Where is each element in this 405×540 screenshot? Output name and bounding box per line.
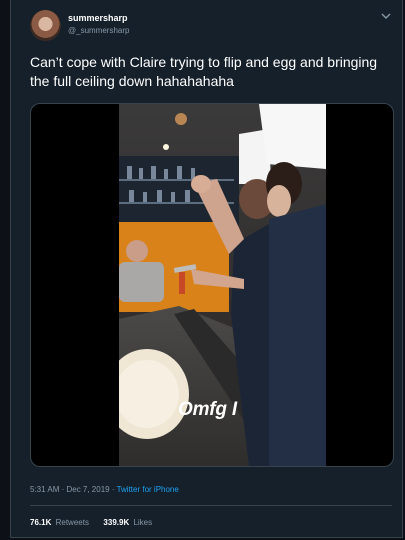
- source-link[interactable]: Twitter for iPhone: [117, 485, 179, 494]
- tweet-meta: 5:31 AM · Dec 7, 2019 · Twitter for iPho…: [30, 485, 179, 494]
- likes-count: 339.9K: [103, 518, 130, 527]
- likes-stat[interactable]: 339.9K Likes: [103, 518, 152, 527]
- retweets-stat[interactable]: 76.1K Retweets: [30, 518, 89, 527]
- tweet-card: summersharp @_summersharp Can’t cope wit…: [10, 0, 403, 538]
- engagement-stats: 76.1K Retweets 339.9K Likes: [30, 518, 152, 527]
- user-handle[interactable]: @_summersharp: [68, 26, 129, 35]
- tweet-text: Can’t cope with Claire trying to flip an…: [30, 54, 378, 89]
- avatar[interactable]: [30, 10, 61, 41]
- video-player[interactable]: Omfg I: [30, 103, 394, 467]
- retweets-count: 76.1K: [30, 518, 52, 527]
- likes-label: Likes: [133, 518, 153, 527]
- chevron-down-icon[interactable]: [381, 12, 391, 20]
- divider: [30, 505, 392, 506]
- timestamp[interactable]: 5:31 AM · Dec 7, 2019 ·: [30, 485, 117, 494]
- display-name[interactable]: summersharp: [68, 13, 128, 23]
- retweets-label: Retweets: [55, 518, 89, 527]
- video-caption: Omfg I: [178, 399, 237, 420]
